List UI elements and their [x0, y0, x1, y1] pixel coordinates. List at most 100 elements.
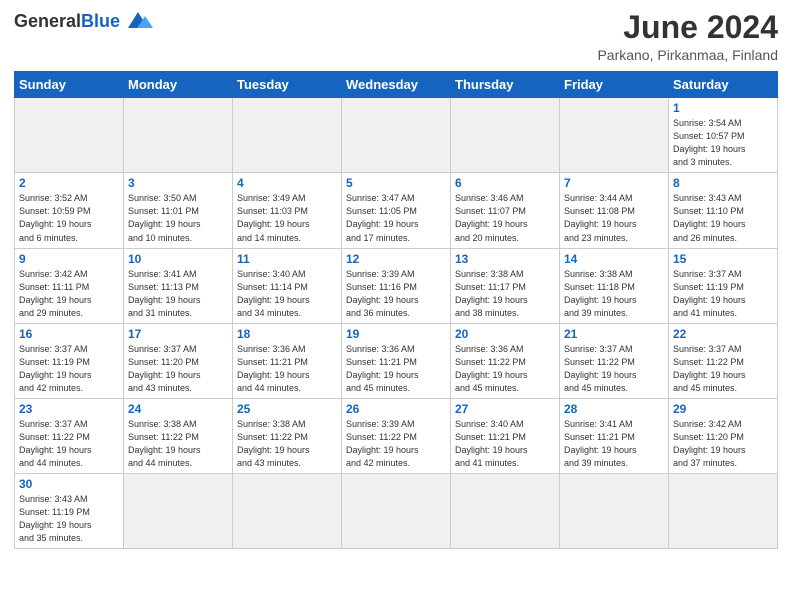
day-info-11: Sunrise: 3:40 AM Sunset: 11:14 PM Daylig… [237, 268, 337, 320]
calendar-cell-32: 27 Sunrise: 3:40 AM Sunset: 11:21 PM Dayl… [451, 398, 560, 473]
calendar-cell-30: 25 Sunrise: 3:38 AM Sunset: 11:22 PM Dayl… [233, 398, 342, 473]
day-number-28: 28 [564, 402, 664, 416]
calendar-cell-38 [342, 474, 451, 549]
calendar-cell-9: 4Sunrise: 3:49 AM Sunset: 11:03 PM Dayli… [233, 173, 342, 248]
calendar-cell-41 [669, 474, 778, 549]
day-number-24: 24 [128, 402, 228, 416]
calendar-row-1: 1 Sunrise: 3:54 AM Sunset: 10:57 PM Dayli… [15, 98, 778, 173]
calendar-cell-3 [342, 98, 451, 173]
calendar-cell-4 [451, 98, 560, 173]
day-info-1: Sunrise: 3:54 AM Sunset: 10:57 PM Daylig… [673, 117, 773, 169]
day-number-2: 2 [19, 176, 119, 190]
day-info-4: Sunrise: 3:49 AM Sunset: 11:03 PM Daylig… [237, 192, 337, 244]
day-info-14: Sunrise: 3:38 AM Sunset: 11:18 PM Daylig… [564, 268, 664, 320]
day-number-26: 26 [346, 402, 446, 416]
calendar-table: SundayMondayTuesdayWednesdayThursdayFrid… [14, 71, 778, 549]
day-info-25: Sunrise: 3:38 AM Sunset: 11:22 PM Daylig… [237, 418, 337, 470]
day-number-25: 25 [237, 402, 337, 416]
day-number-3: 3 [128, 176, 228, 190]
day-number-13: 13 [455, 252, 555, 266]
day-info-22: Sunrise: 3:37 AM Sunset: 11:22 PM Daylig… [673, 343, 773, 395]
calendar-cell-2 [233, 98, 342, 173]
day-number-20: 20 [455, 327, 555, 341]
day-info-8: Sunrise: 3:43 AM Sunset: 11:10 PM Daylig… [673, 192, 773, 244]
calendar-cell-7: 2Sunrise: 3:52 AM Sunset: 10:59 PM Dayli… [15, 173, 124, 248]
day-number-27: 27 [455, 402, 555, 416]
day-number-22: 22 [673, 327, 773, 341]
day-number-15: 15 [673, 252, 773, 266]
calendar-cell-26: 21Sunrise: 3:37 AM Sunset: 11:22 PM Dayl… [560, 323, 669, 398]
calendar-cell-31: 26Sunrise: 3:39 AM Sunset: 11:22 PM Dayl… [342, 398, 451, 473]
day-number-14: 14 [564, 252, 664, 266]
calendar-cell-40 [560, 474, 669, 549]
day-info-17: Sunrise: 3:37 AM Sunset: 11:20 PM Daylig… [128, 343, 228, 395]
calendar-cell-19: 14 Sunrise: 3:38 AM Sunset: 11:18 PM Dayl… [560, 248, 669, 323]
calendar-cell-37 [233, 474, 342, 549]
day-info-16: Sunrise: 3:37 AM Sunset: 11:19 PM Daylig… [19, 343, 119, 395]
day-info-30: Sunrise: 3:43 AM Sunset: 11:19 PM Daylig… [19, 493, 119, 545]
day-info-28: Sunrise: 3:41 AM Sunset: 11:21 PM Daylig… [564, 418, 664, 470]
day-number-12: 12 [346, 252, 446, 266]
day-info-7: Sunrise: 3:44 AM Sunset: 11:08 PM Daylig… [564, 192, 664, 244]
day-info-20: Sunrise: 3:36 AM Sunset: 11:22 PM Daylig… [455, 343, 555, 395]
calendar-row-5: 23Sunrise: 3:37 AM Sunset: 11:22 PM Dayl… [15, 398, 778, 473]
day-info-21: Sunrise: 3:37 AM Sunset: 11:22 PM Daylig… [564, 343, 664, 395]
weekday-header-friday: Friday [560, 72, 669, 98]
location-text: Parkano, Pirkanmaa, Finland [597, 47, 778, 63]
calendar-cell-12: 7 Sunrise: 3:44 AM Sunset: 11:08 PM Dayli… [560, 173, 669, 248]
day-number-9: 9 [19, 252, 119, 266]
calendar-row-4: 16 Sunrise: 3:37 AM Sunset: 11:19 PM Dayl… [15, 323, 778, 398]
weekday-header-thursday: Thursday [451, 72, 560, 98]
calendar-cell-34: 29Sunrise: 3:42 AM Sunset: 11:20 PM Dayl… [669, 398, 778, 473]
day-number-11: 11 [237, 252, 337, 266]
day-number-16: 16 [19, 327, 119, 341]
day-number-17: 17 [128, 327, 228, 341]
calendar-cell-29: 24Sunrise: 3:38 AM Sunset: 11:22 PM Dayl… [124, 398, 233, 473]
weekday-header-tuesday: Tuesday [233, 72, 342, 98]
day-number-19: 19 [346, 327, 446, 341]
weekday-header-monday: Monday [124, 72, 233, 98]
day-number-5: 5 [346, 176, 446, 190]
calendar-cell-39 [451, 474, 560, 549]
day-number-30: 30 [19, 477, 119, 491]
calendar-cell-18: 13 Sunrise: 3:38 AM Sunset: 11:17 PM Dayl… [451, 248, 560, 323]
calendar-cell-6: 1 Sunrise: 3:54 AM Sunset: 10:57 PM Dayli… [669, 98, 778, 173]
calendar-cell-5 [560, 98, 669, 173]
calendar-cell-14: 9 Sunrise: 3:42 AM Sunset: 11:11 PM Dayli… [15, 248, 124, 323]
day-info-13: Sunrise: 3:38 AM Sunset: 11:17 PM Daylig… [455, 268, 555, 320]
weekday-header-wednesday: Wednesday [342, 72, 451, 98]
month-title: June 2024 [597, 10, 778, 45]
day-info-12: Sunrise: 3:39 AM Sunset: 11:16 PM Daylig… [346, 268, 446, 320]
calendar-cell-35: 30 Sunrise: 3:43 AM Sunset: 11:19 PM Dayl… [15, 474, 124, 549]
day-number-10: 10 [128, 252, 228, 266]
day-info-18: Sunrise: 3:36 AM Sunset: 11:21 PM Daylig… [237, 343, 337, 395]
day-info-6: Sunrise: 3:46 AM Sunset: 11:07 PM Daylig… [455, 192, 555, 244]
logo-general-text: General [14, 11, 81, 32]
day-info-15: Sunrise: 3:37 AM Sunset: 11:19 PM Daylig… [673, 268, 773, 320]
calendar-cell-0 [15, 98, 124, 173]
day-info-29: Sunrise: 3:42 AM Sunset: 11:20 PM Daylig… [673, 418, 773, 470]
calendar-cell-1 [124, 98, 233, 173]
calendar-cell-28: 23Sunrise: 3:37 AM Sunset: 11:22 PM Dayl… [15, 398, 124, 473]
calendar-cell-23: 18 Sunrise: 3:36 AM Sunset: 11:21 PM Dayl… [233, 323, 342, 398]
calendar-row-6: 30 Sunrise: 3:43 AM Sunset: 11:19 PM Dayl… [15, 474, 778, 549]
day-info-9: Sunrise: 3:42 AM Sunset: 11:11 PM Daylig… [19, 268, 119, 320]
day-number-6: 6 [455, 176, 555, 190]
calendar-cell-36 [124, 474, 233, 549]
page-header: General Blue June 2024 Parkano, Pirkanma… [14, 10, 778, 63]
logo: General Blue [14, 10, 153, 32]
calendar-row-3: 9 Sunrise: 3:42 AM Sunset: 11:11 PM Dayli… [15, 248, 778, 323]
day-info-19: Sunrise: 3:36 AM Sunset: 11:21 PM Daylig… [346, 343, 446, 395]
calendar-cell-20: 15 Sunrise: 3:37 AM Sunset: 11:19 PM Dayl… [669, 248, 778, 323]
weekday-header-sunday: Sunday [15, 72, 124, 98]
day-info-27: Sunrise: 3:40 AM Sunset: 11:21 PM Daylig… [455, 418, 555, 470]
calendar-cell-13: 8Sunrise: 3:43 AM Sunset: 11:10 PM Dayli… [669, 173, 778, 248]
title-section: June 2024 Parkano, Pirkanmaa, Finland [597, 10, 778, 63]
day-info-10: Sunrise: 3:41 AM Sunset: 11:13 PM Daylig… [128, 268, 228, 320]
day-number-1: 1 [673, 101, 773, 115]
day-number-23: 23 [19, 402, 119, 416]
calendar-cell-17: 12 Sunrise: 3:39 AM Sunset: 11:16 PM Dayl… [342, 248, 451, 323]
day-number-7: 7 [564, 176, 664, 190]
day-info-5: Sunrise: 3:47 AM Sunset: 11:05 PM Daylig… [346, 192, 446, 244]
day-number-18: 18 [237, 327, 337, 341]
